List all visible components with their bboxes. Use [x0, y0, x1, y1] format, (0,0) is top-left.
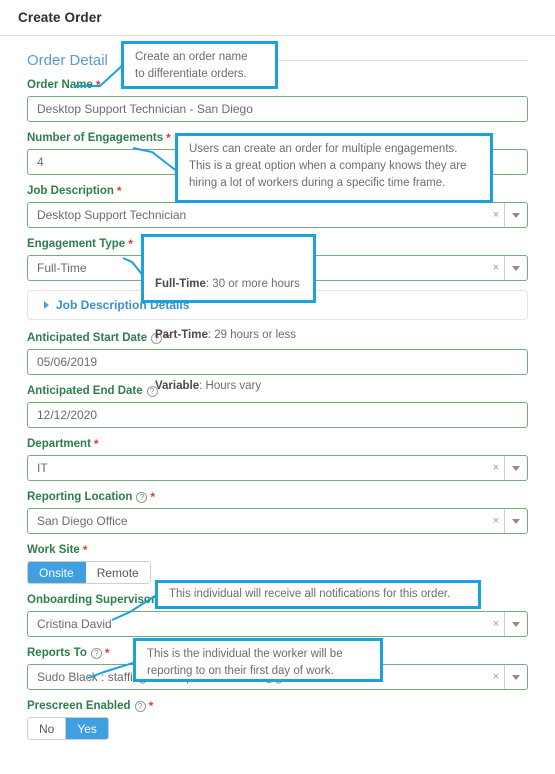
onboarding-supervisor-value: Cristina David [37, 617, 112, 631]
required-asterisk: * [93, 437, 99, 451]
job-description-value: Desktop Support Technician [37, 208, 187, 222]
field-reporting-location: Reporting Location ? * San Diego Office … [27, 490, 528, 534]
page-title: Create Order [18, 10, 102, 25]
work-site-option-onsite[interactable]: Onsite [28, 562, 86, 583]
label-work-site: Work Site * [27, 543, 528, 557]
clear-icon[interactable]: × [488, 515, 504, 527]
engagements-callout: Users can create an order for multiple e… [175, 133, 493, 203]
chevron-down-icon[interactable] [505, 212, 527, 218]
clear-icon[interactable]: × [488, 209, 504, 221]
work-site-option-remote[interactable]: Remote [85, 562, 150, 583]
field-prescreen-enabled: Prescreen Enabled ? * No Yes [27, 699, 528, 740]
order-name-callout: Create an order name to differentiate or… [121, 41, 278, 89]
order-name-input[interactable]: Desktop Support Technician - San Diego [27, 96, 528, 122]
callout-line: Full-Time: 30 or more hours [155, 259, 302, 293]
clear-icon[interactable]: × [488, 671, 504, 683]
callout-line: Part-Time: 29 hours or less [155, 310, 302, 344]
help-icon[interactable]: ? [134, 700, 146, 712]
chevron-right-icon [44, 301, 49, 309]
label-reporting-location: Reporting Location ? * [27, 490, 528, 504]
callout-line: Variable: Hours vary [155, 361, 302, 395]
required-asterisk: * [128, 237, 133, 251]
label-text: Prescreen Enabled [27, 700, 131, 712]
callout-line-rest: : Hours vary [199, 380, 262, 392]
label-text: Anticipated Start Date [27, 332, 148, 344]
required-asterisk: * [150, 490, 156, 504]
onboarding-supervisor-select[interactable]: Cristina David × [27, 611, 528, 637]
label-text: Anticipated End Date [27, 385, 143, 397]
prescreen-enabled-toggle[interactable]: No Yes [27, 717, 109, 740]
section-title: Order Detail [27, 52, 108, 69]
order-name-value: Desktop Support Technician - San Diego [37, 102, 253, 116]
help-icon[interactable]: ? [136, 491, 148, 503]
label-text: Number of Engagements [27, 132, 164, 144]
label-text: Job Description [27, 185, 114, 197]
clear-icon[interactable]: × [488, 262, 504, 274]
reports-to-callout: This is the individual the worker will b… [133, 638, 383, 682]
required-asterisk: * [148, 699, 154, 713]
work-site-toggle[interactable]: Onsite Remote [27, 561, 151, 584]
required-asterisk: * [95, 78, 101, 92]
callout-line-bold: Full-Time [155, 278, 206, 290]
reporting-location-value: San Diego Office [37, 514, 128, 528]
chevron-down-icon[interactable] [505, 465, 527, 471]
window-header: Create Order [0, 0, 555, 36]
label-text: Reporting Location [27, 491, 133, 503]
callout-line-bold: Variable [155, 380, 200, 392]
prescreen-option-yes[interactable]: Yes [66, 718, 108, 739]
engagement-type-callout: Full-Time: 30 or more hours Part-Time: 2… [141, 234, 316, 392]
field-work-site: Work Site * Onsite Remote [27, 543, 528, 584]
required-asterisk: * [116, 184, 122, 198]
callout-line-bold: Part-Time [155, 329, 208, 341]
chevron-down-icon[interactable] [505, 518, 527, 524]
label-text: Order Name [27, 79, 93, 91]
onboarding-supervisor-callout: This individual will receive all notific… [155, 580, 481, 609]
chevron-down-icon[interactable] [505, 674, 527, 680]
label-prescreen-enabled: Prescreen Enabled ? * [27, 699, 528, 713]
label-text: Department [27, 438, 91, 450]
clear-icon[interactable]: × [488, 462, 504, 474]
label-department: Department * [27, 437, 528, 451]
label-text: Engagement Type [27, 238, 126, 250]
department-value: IT [37, 461, 48, 475]
chevron-down-icon[interactable] [505, 265, 527, 271]
job-description-select[interactable]: Desktop Support Technician × [27, 202, 528, 228]
clear-icon[interactable]: × [488, 618, 504, 630]
required-asterisk: * [82, 543, 88, 557]
label-text: Onboarding Supervisor [27, 594, 156, 606]
help-icon[interactable]: ? [90, 647, 102, 659]
department-select[interactable]: IT × [27, 455, 528, 481]
prescreen-option-no[interactable]: No [28, 718, 67, 739]
callout-line-rest: : 30 or more hours [205, 278, 300, 290]
field-department: Department * IT × [27, 437, 528, 481]
required-asterisk: * [104, 646, 110, 660]
reporting-location-select[interactable]: San Diego Office × [27, 508, 528, 534]
required-asterisk: * [166, 131, 171, 145]
label-text: Work Site [27, 544, 80, 556]
label-text: Reports To [27, 647, 87, 659]
chevron-down-icon[interactable] [505, 621, 527, 627]
callout-line-rest: : 29 hours or less [207, 329, 297, 341]
